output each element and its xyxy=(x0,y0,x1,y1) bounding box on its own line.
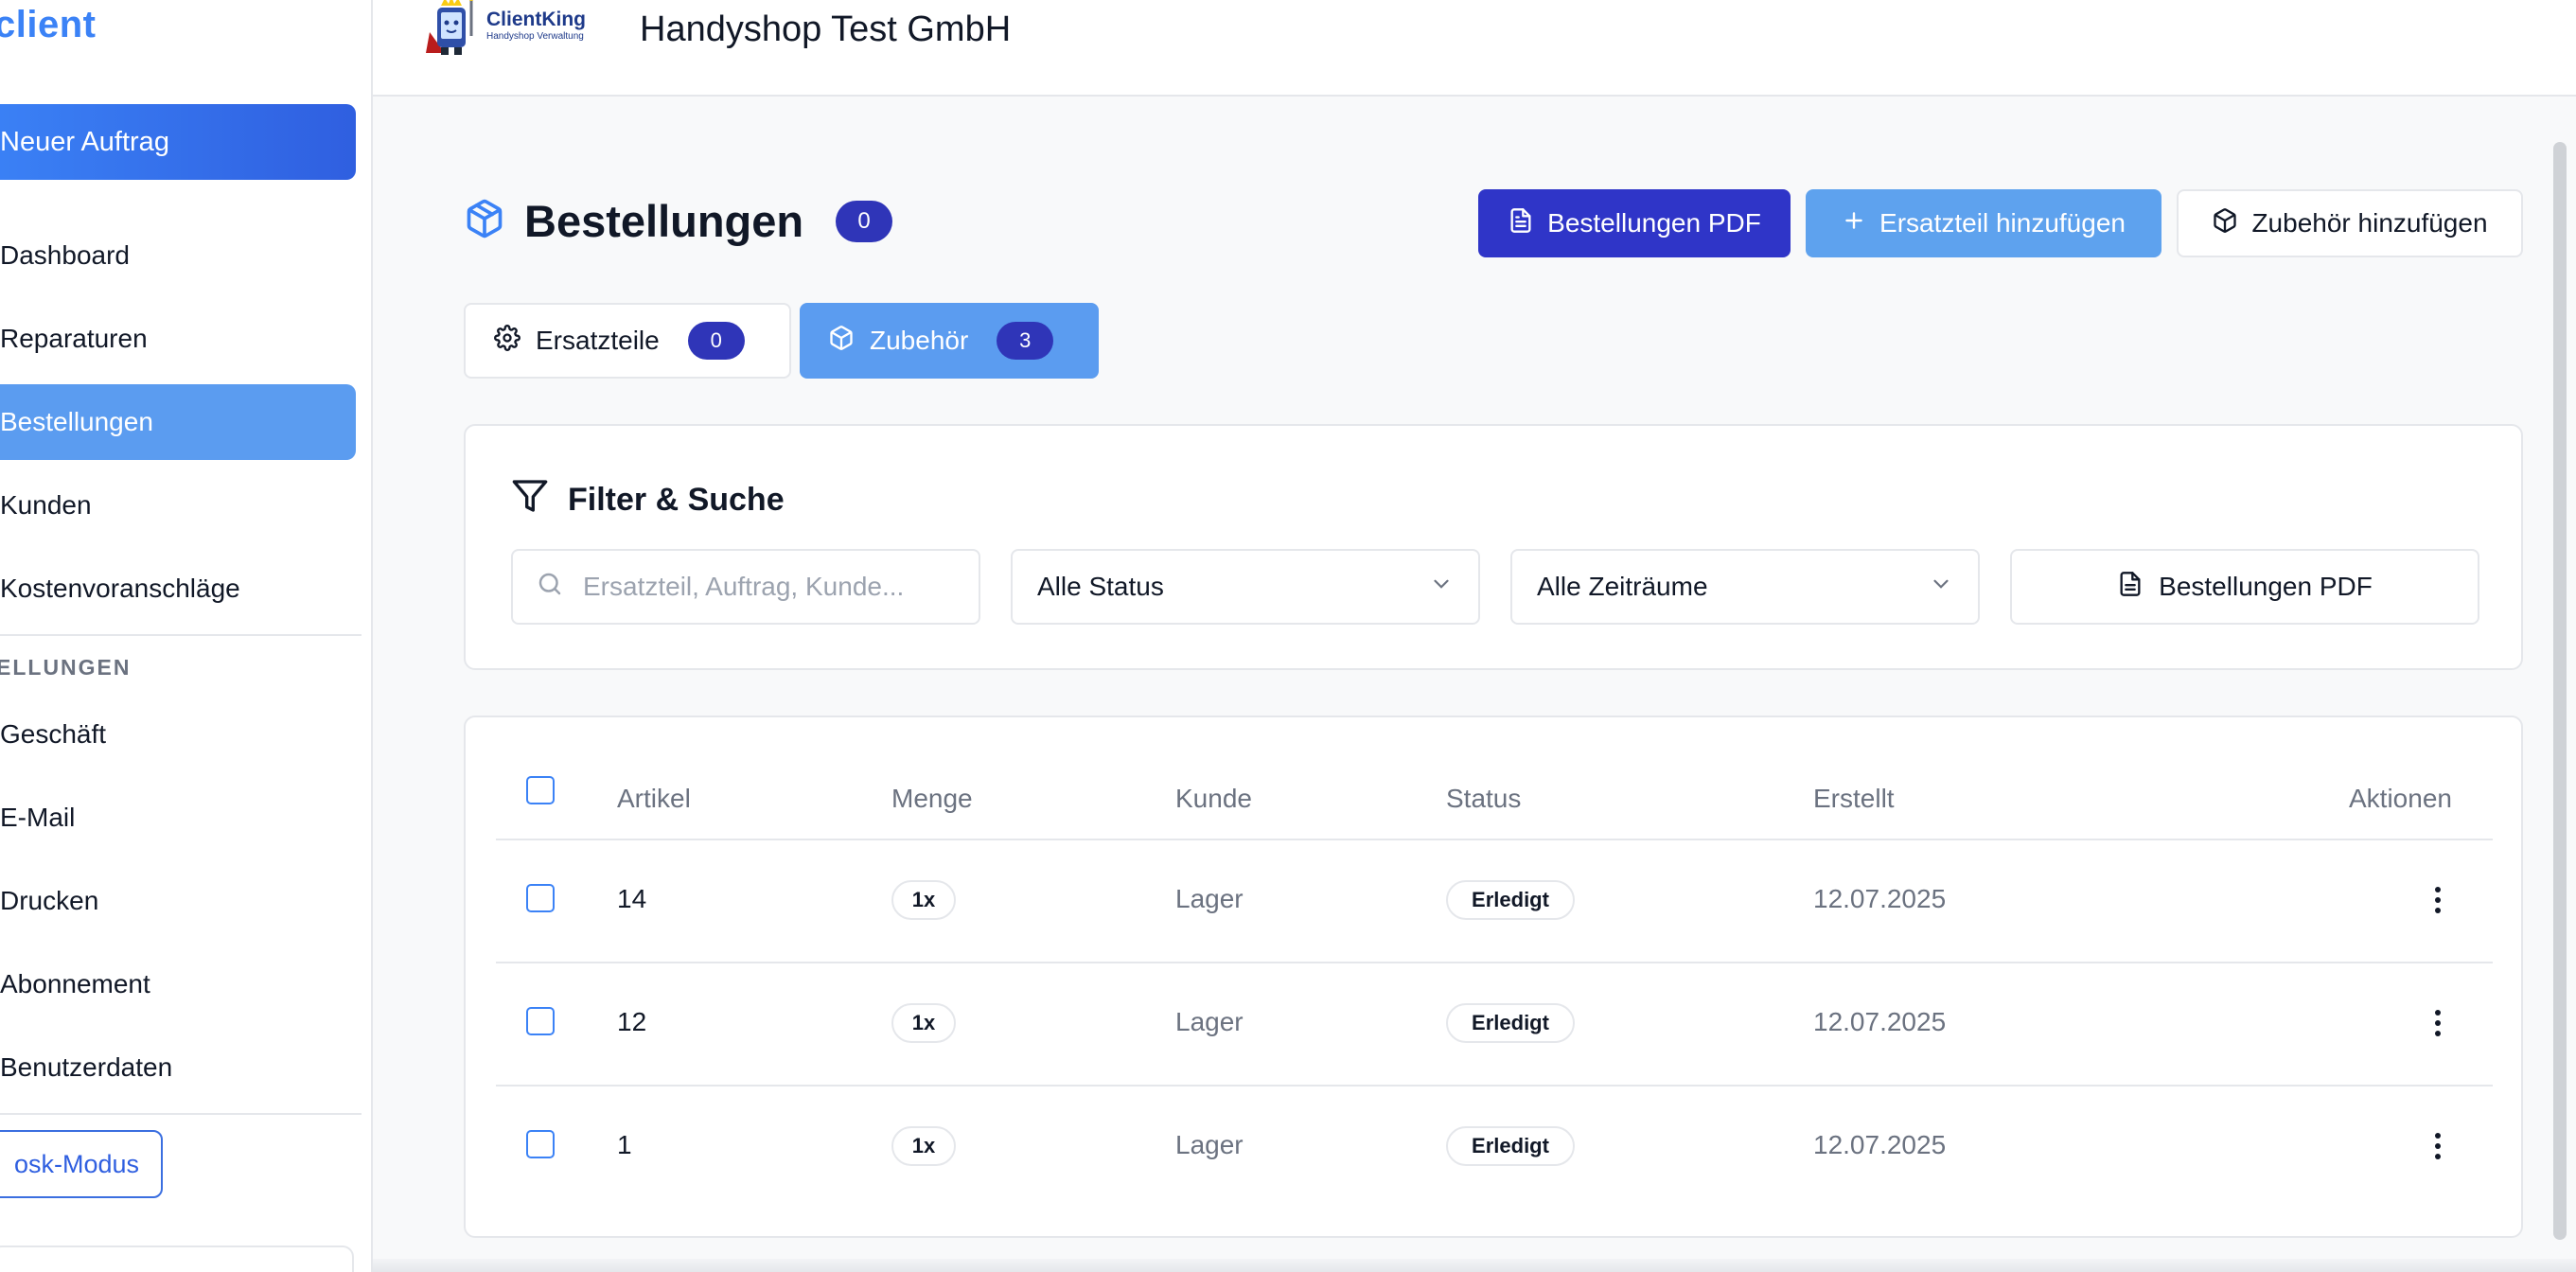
sidebar-item-benutzerdaten[interactable]: Benutzerdaten xyxy=(0,1030,356,1105)
cell-artikel: 12 xyxy=(617,1007,647,1036)
kiosk-mode-button[interactable]: osk-Modus xyxy=(0,1130,163,1198)
logo-subtitle: Handyshop Verwaltung xyxy=(486,31,584,42)
cell-kunde: Lager xyxy=(1175,1007,1244,1036)
more-actions-icon[interactable] xyxy=(2428,1127,2447,1165)
logo-title: ClientKing xyxy=(486,9,586,30)
app-logo[interactable]: ClientKing Handyshop Verwaltung xyxy=(424,0,586,57)
sidebar-item-reparaturen[interactable]: Reparaturen xyxy=(0,301,356,377)
cell-erstellt: 12.07.2025 xyxy=(1813,1007,1947,1036)
orders-count-badge: 0 xyxy=(836,200,893,242)
tab-zubehoer-count: 3 xyxy=(997,322,1054,360)
sidebar: client Neuer Auftrag Dashboard Reparatur… xyxy=(0,0,373,1272)
sidebar-divider xyxy=(0,634,362,636)
page-heading: Bestellungen 0 xyxy=(464,195,893,247)
quantity-badge: 1x xyxy=(891,1126,956,1166)
row-separator xyxy=(496,962,2493,963)
document-icon xyxy=(2117,571,2144,604)
cell-artikel: 14 xyxy=(617,884,647,913)
search-field[interactable] xyxy=(511,549,980,625)
period-select-value: Alle Zeiträume xyxy=(1537,572,1708,601)
new-order-button[interactable]: Neuer Auftrag xyxy=(0,104,356,180)
top-bar: ClientKing Handyshop Verwaltung Handysho… xyxy=(373,0,2576,97)
quantity-badge: 1x xyxy=(891,880,956,920)
bottom-edge xyxy=(373,1259,2576,1272)
add-part-button[interactable]: Ersatzteil hinzufügen xyxy=(1806,189,2161,257)
sidebar-item-abonnement[interactable]: Abonnement xyxy=(0,946,356,1022)
status-badge: Erledigt xyxy=(1446,880,1575,920)
tab-zubehoer-label: Zubehör xyxy=(870,326,969,355)
cell-erstellt: 12.07.2025 xyxy=(1813,1130,1947,1159)
row-checkbox[interactable] xyxy=(526,884,555,912)
package-icon xyxy=(464,198,505,244)
tab-ersatzteile-count: 0 xyxy=(687,322,745,360)
tab-zubehoer[interactable]: Zubehör 3 xyxy=(800,303,1099,379)
clientking-mascot-icon xyxy=(424,0,481,57)
add-accessory-button[interactable]: Zubehör hinzufügen xyxy=(2177,189,2523,257)
page-title: Bestellungen xyxy=(524,196,804,246)
tab-ersatzteile-label: Ersatzteile xyxy=(536,326,660,355)
filter-pdf-label: Bestellungen PDF xyxy=(2159,572,2373,601)
chevron-down-icon xyxy=(1429,572,1454,603)
sidebar-item-kunden[interactable]: Kunden xyxy=(0,468,356,543)
status-badge: Erledigt xyxy=(1446,1126,1575,1166)
filter-icon xyxy=(511,477,549,523)
vertical-scrollbar[interactable] xyxy=(2553,142,2567,1240)
sidebar-divider xyxy=(0,1113,362,1115)
cell-kunde: Lager xyxy=(1175,884,1244,913)
filter-card: Filter & Suche Alle Status Alle Zeiträum… xyxy=(464,424,2523,670)
row-separator xyxy=(496,839,2493,840)
cell-erstellt: 12.07.2025 xyxy=(1813,884,1947,913)
document-icon xyxy=(1508,207,1534,240)
row-checkbox[interactable] xyxy=(526,1007,555,1035)
sidebar-section-label: ELLUNGEN xyxy=(0,655,132,680)
column-header-status[interactable]: Status xyxy=(1446,784,1521,814)
orders-pdf-label: Bestellungen PDF xyxy=(1547,208,1761,238)
sidebar-bottom-card[interactable] xyxy=(0,1246,354,1272)
cell-artikel: 1 xyxy=(617,1130,632,1159)
chevron-down-icon xyxy=(1929,572,1953,603)
sidebar-item-geschaeft[interactable]: Geschäft xyxy=(0,697,356,772)
company-name: Handyshop Test GmbH xyxy=(640,9,1012,49)
filter-heading: Filter & Suche xyxy=(511,477,785,523)
orders-pdf-button[interactable]: Bestellungen PDF xyxy=(1478,189,1791,257)
search-icon xyxy=(536,570,564,605)
row-separator xyxy=(496,1085,2493,1086)
row-checkbox[interactable] xyxy=(526,1130,555,1158)
tab-ersatzteile[interactable]: Ersatzteile 0 xyxy=(464,303,791,379)
plus-icon xyxy=(1842,208,1866,239)
status-badge: Erledigt xyxy=(1446,1003,1575,1043)
column-header-erstellt[interactable]: Erstellt xyxy=(1813,784,1895,814)
column-header-menge[interactable]: Menge xyxy=(891,784,973,814)
column-header-kunde[interactable]: Kunde xyxy=(1175,784,1252,814)
cell-kunde: Lager xyxy=(1175,1130,1244,1159)
package-icon xyxy=(2212,207,2238,240)
select-all-checkbox[interactable] xyxy=(526,776,555,804)
period-select[interactable]: Alle Zeiträume xyxy=(1510,549,1980,625)
sidebar-item-kostenvoranschlaege[interactable]: Kostenvoranschläge xyxy=(0,551,356,627)
sidebar-item-email[interactable]: E-Mail xyxy=(0,780,356,856)
status-select[interactable]: Alle Status xyxy=(1011,549,1480,625)
sidebar-item-bestellungen[interactable]: Bestellungen xyxy=(0,384,356,460)
filter-pdf-button[interactable]: Bestellungen PDF xyxy=(2010,549,2479,625)
more-actions-icon[interactable] xyxy=(2428,881,2447,919)
add-part-label: Ersatzteil hinzufügen xyxy=(1879,208,2126,238)
status-select-value: Alle Status xyxy=(1037,572,1164,601)
more-actions-icon[interactable] xyxy=(2428,1004,2447,1042)
column-header-aktionen: Aktionen xyxy=(2349,784,2452,813)
gear-icon xyxy=(494,324,520,358)
brand-logo-text: client xyxy=(0,4,97,45)
sidebar-item-drucken[interactable]: Drucken xyxy=(0,863,356,939)
sidebar-item-dashboard[interactable]: Dashboard xyxy=(0,218,356,293)
search-input[interactable] xyxy=(583,572,962,602)
package-icon xyxy=(828,325,855,358)
add-accessory-label: Zubehör hinzufügen xyxy=(2251,208,2488,238)
filter-title: Filter & Suche xyxy=(568,482,785,518)
orders-table: Artikel Menge Kunde Status Erstellt Akti… xyxy=(464,716,2523,1238)
column-header-artikel[interactable]: Artikel xyxy=(617,784,691,814)
quantity-badge: 1x xyxy=(891,1003,956,1043)
